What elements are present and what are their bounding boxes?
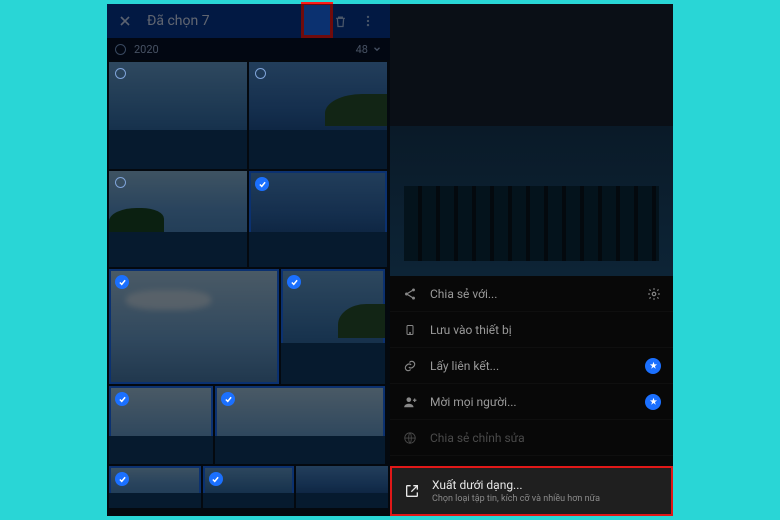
export-text: Xuất dưới dạng... Chọn loại tập tin, kíc…	[432, 478, 659, 504]
get-link-item[interactable]: Lấy liên kết...	[390, 348, 673, 384]
thumbnail[interactable]	[109, 386, 213, 464]
photo-preview	[390, 4, 673, 276]
select-toggle[interactable]	[115, 177, 126, 188]
share-icon[interactable]	[300, 9, 324, 33]
photo-grid	[107, 60, 390, 516]
right-pane: Chia sẻ với... Lưu vào thiết bị Lấy liên…	[390, 4, 673, 516]
year-label: 2020	[134, 43, 356, 56]
link-icon	[402, 358, 418, 374]
thumbnail[interactable]	[296, 466, 388, 508]
thumbnail[interactable]	[109, 466, 201, 508]
thumbnail[interactable]	[109, 171, 247, 267]
menu-label: Chia sẻ với...	[430, 287, 635, 301]
select-toggle[interactable]	[255, 177, 269, 191]
menu-label: Lưu vào thiết bị	[430, 323, 661, 337]
menu-label: Chia sẻ chỉnh sửa	[430, 431, 661, 445]
chevron-down-icon	[372, 44, 382, 54]
selection-topbar: Đã chọn 7	[107, 4, 390, 38]
thumbnail[interactable]	[281, 269, 385, 384]
phone-icon	[402, 322, 418, 338]
select-toggle[interactable]	[115, 472, 129, 486]
export-subtitle: Chọn loại tập tin, kích cỡ và nhiều hơn …	[432, 494, 659, 504]
export-icon	[404, 483, 420, 499]
select-toggle[interactable]	[115, 392, 129, 406]
share-edits-item: Chia sẻ chỉnh sửa	[390, 420, 673, 456]
invite-people-item[interactable]: Mời mọi người...	[390, 384, 673, 420]
thumbnail[interactable]	[249, 62, 387, 169]
selection-title: Đã chọn 7	[147, 13, 296, 29]
star-badge-icon	[645, 394, 661, 410]
thumbnail[interactable]	[215, 386, 385, 464]
person-add-icon	[402, 394, 418, 410]
star-badge-icon	[645, 358, 661, 374]
more-icon[interactable]	[356, 9, 380, 33]
export-as-item[interactable]: Xuất dưới dạng... Chọn loại tập tin, kíc…	[390, 466, 673, 516]
menu-label: Mời mọi người...	[430, 395, 633, 409]
photo-count: 48	[356, 43, 368, 56]
select-toggle[interactable]	[287, 275, 301, 289]
gear-icon[interactable]	[647, 287, 661, 301]
year-subbar: 2020 48	[107, 38, 390, 60]
share-icon	[402, 286, 418, 302]
select-toggle[interactable]	[255, 68, 266, 79]
select-toggle[interactable]	[115, 68, 126, 79]
thumbnail[interactable]	[249, 171, 387, 267]
app-frame: Đã chọn 7 2020 48	[107, 4, 673, 516]
thumbnail[interactable]	[109, 269, 279, 384]
select-toggle[interactable]	[115, 275, 129, 289]
globe-icon	[402, 430, 418, 446]
save-to-device-item[interactable]: Lưu vào thiết bị	[390, 312, 673, 348]
delete-icon[interactable]	[328, 9, 352, 33]
select-all-toggle[interactable]	[115, 44, 126, 55]
thumbnail[interactable]	[203, 466, 295, 508]
close-icon[interactable]	[117, 13, 133, 29]
menu-label: Lấy liên kết...	[430, 359, 633, 373]
export-title: Xuất dưới dạng...	[432, 478, 659, 492]
thumbnail[interactable]	[109, 62, 247, 169]
select-toggle[interactable]	[221, 392, 235, 406]
select-toggle[interactable]	[209, 472, 223, 486]
share-with-item[interactable]: Chia sẻ với...	[390, 276, 673, 312]
left-pane: Đã chọn 7 2020 48	[107, 4, 390, 516]
